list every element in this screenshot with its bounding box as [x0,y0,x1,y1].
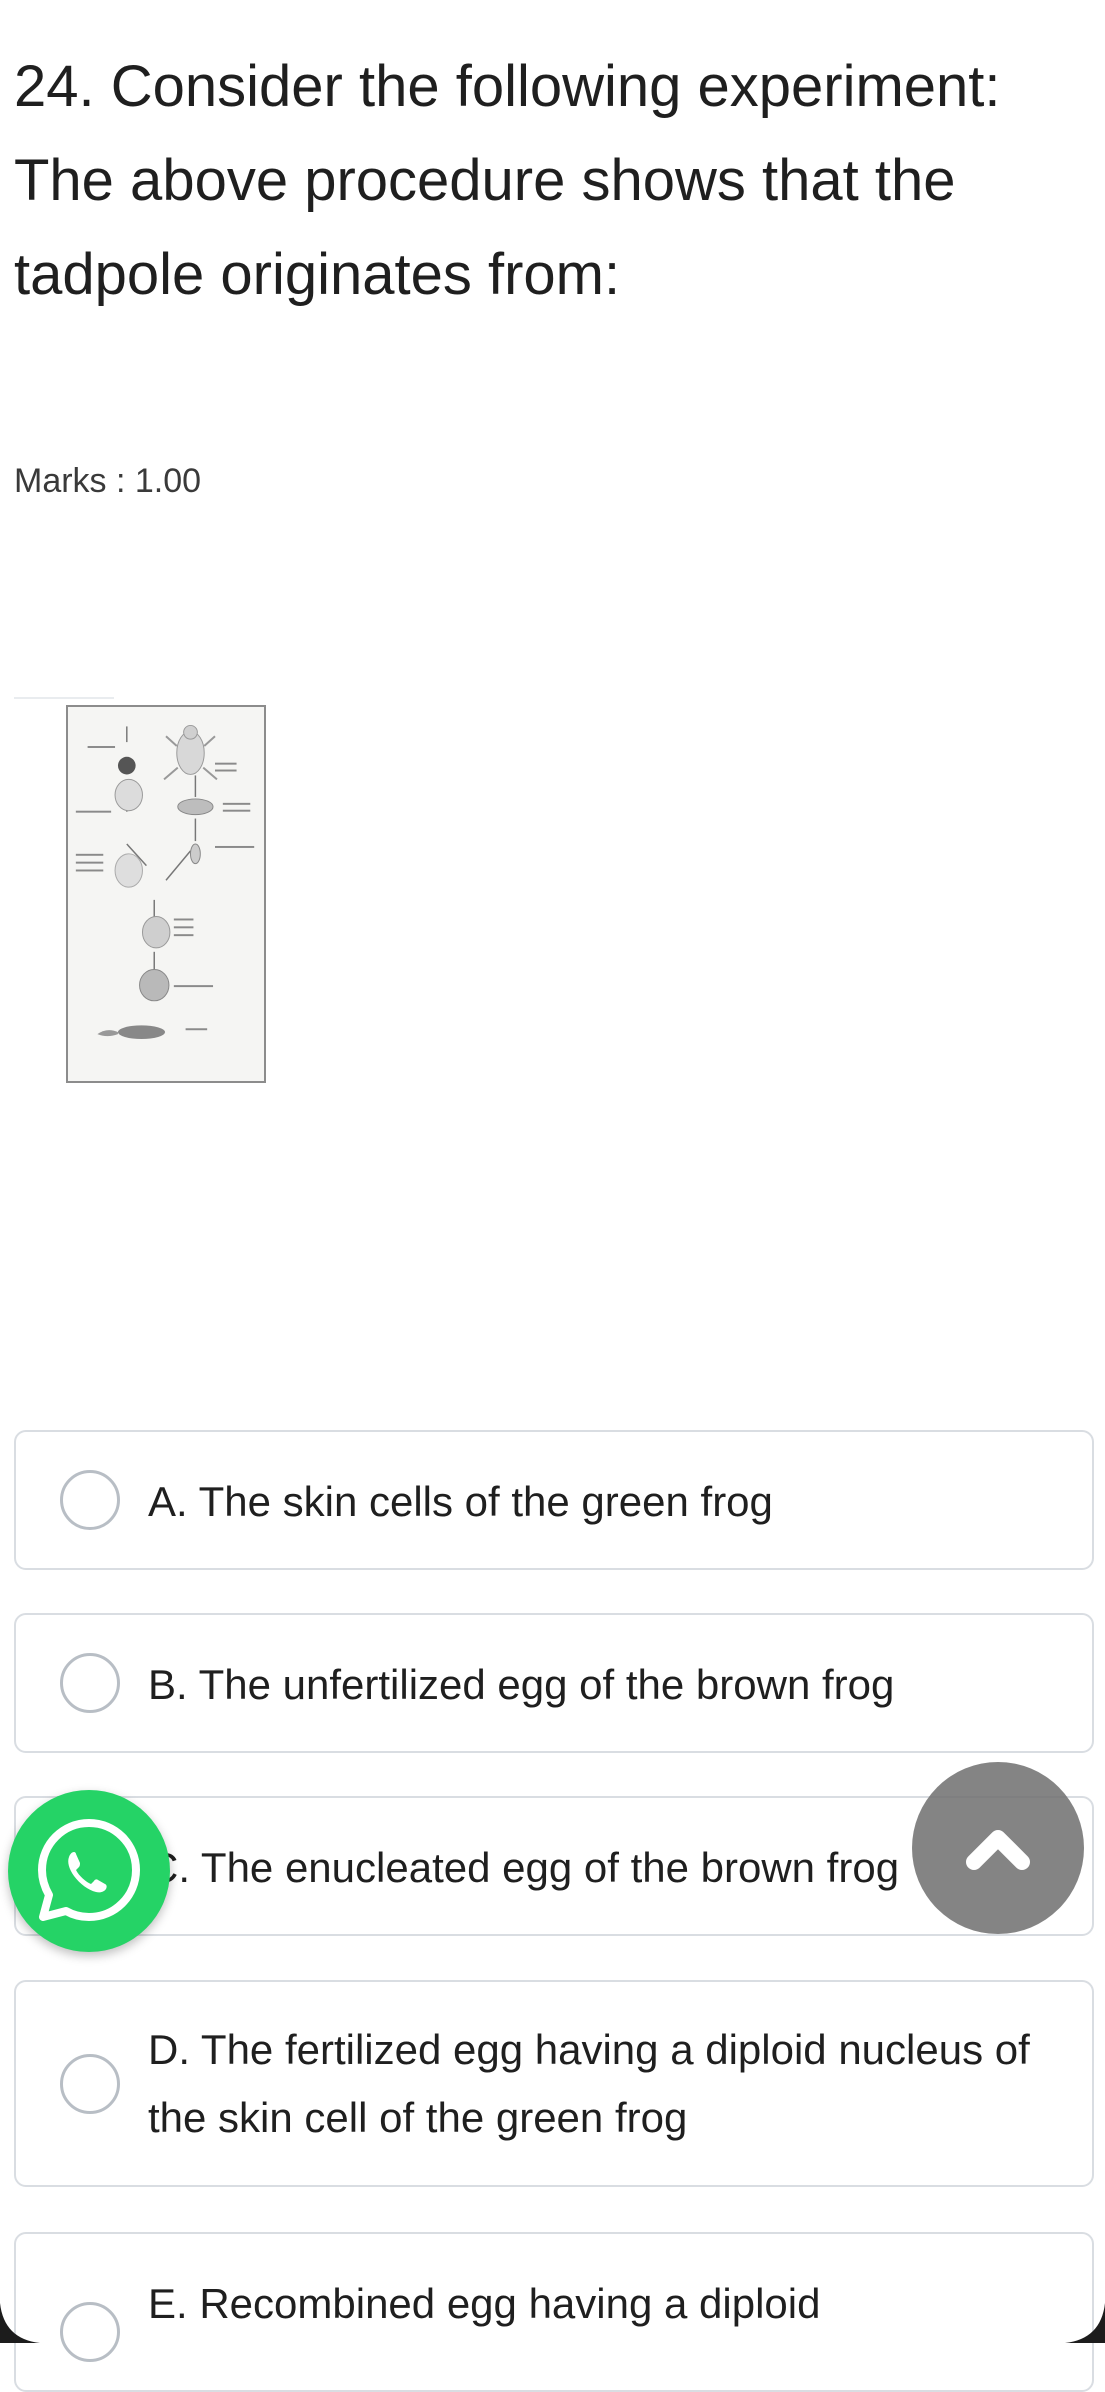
screen-corner-right [1065,2303,1105,2343]
radio-option-e[interactable] [60,2302,120,2362]
whatsapp-button[interactable] [8,1790,170,1952]
chevron-up-icon [966,1830,1030,1870]
radio-option-b[interactable] [60,1653,120,1713]
option-a-label: A. The skin cells of the green frog [148,1478,773,1525]
radio-option-a[interactable] [60,1470,120,1530]
option-b-label: B. The unfertilized egg of the brown fro… [148,1661,895,1708]
option-b[interactable]: B. The unfertilized egg of the brown fro… [14,1613,1094,1753]
question-text: 24. Consider the following experiment: T… [14,54,1001,307]
whatsapp-icon [38,1819,140,1921]
experiment-figure [66,705,266,1083]
option-d-label: D. The fertilized egg having a diploid n… [148,2026,1030,2141]
radio-option-d[interactable] [60,2054,120,2114]
question-marks: Marks : 1.00 [14,462,202,500]
option-e[interactable]: E. Recombined egg having a diploid [14,2232,1094,2392]
screen-corner-left [0,2303,40,2343]
option-d[interactable]: D. The fertilized egg having a diploid n… [14,1980,1094,2187]
option-a[interactable]: A. The skin cells of the green frog [14,1430,1094,1570]
option-e-label: E. Recombined egg having a diploid [148,2280,821,2327]
image-divider [14,697,114,699]
experiment-diagram [75,724,255,1040]
scroll-to-top-button[interactable] [912,1762,1084,1934]
